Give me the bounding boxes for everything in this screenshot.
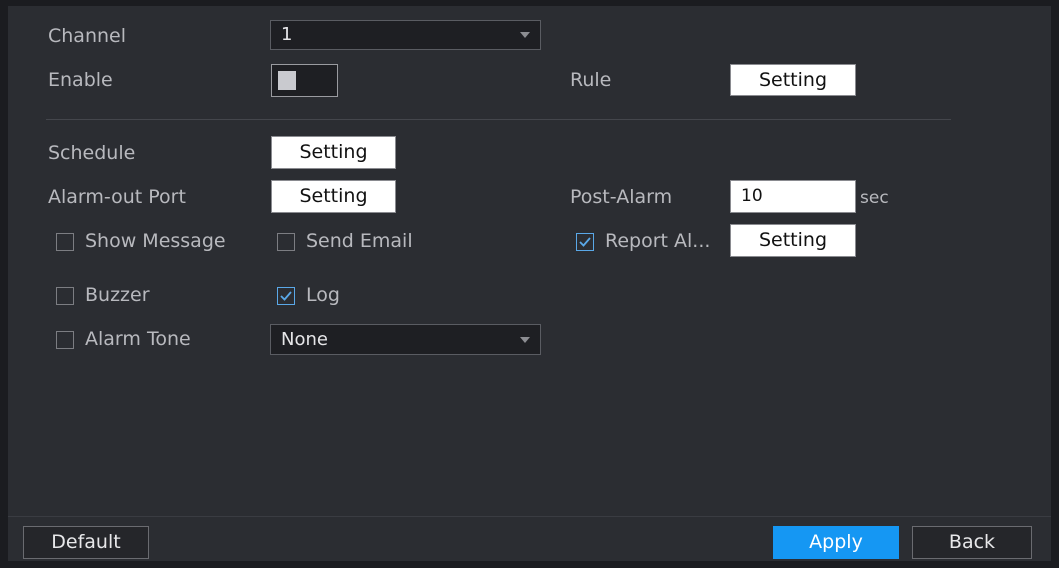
toggle-knob [278, 71, 296, 90]
buzzer-label: Buzzer [85, 284, 150, 306]
rule-label: Rule [570, 69, 612, 91]
rule-setting-button[interactable]: Setting [730, 64, 856, 96]
send-email-label: Send Email [306, 230, 413, 252]
post-alarm-label: Post-Alarm [570, 186, 673, 208]
channel-select[interactable]: 1 [270, 20, 541, 50]
back-button[interactable]: Back [912, 526, 1032, 559]
send-email-checkbox[interactable] [277, 233, 295, 251]
chevron-down-icon [520, 336, 530, 343]
enable-label: Enable [48, 69, 113, 91]
schedule-setting-button[interactable]: Setting [271, 136, 396, 169]
section-divider [46, 119, 951, 120]
alarm-tone-checkbox[interactable] [56, 331, 74, 349]
alarm-tone-select[interactable]: None [270, 324, 541, 355]
show-message-label: Show Message [85, 230, 226, 252]
checkmark-icon [280, 291, 292, 301]
post-alarm-unit: sec [860, 188, 889, 208]
channel-label: Channel [48, 25, 127, 47]
checkmark-icon [579, 237, 591, 247]
alarm-tone-label: Alarm Tone [85, 328, 191, 350]
report-alarm-setting-button[interactable]: Setting [730, 224, 856, 257]
buzzer-checkbox[interactable] [56, 287, 74, 305]
enable-toggle[interactable] [271, 64, 338, 97]
chevron-down-icon [520, 32, 530, 38]
apply-button[interactable]: Apply [773, 526, 899, 559]
report-alarm-label: Report Al... [605, 230, 711, 252]
show-message-checkbox[interactable] [56, 233, 74, 251]
alarm-tone-select-value: None [281, 329, 328, 350]
channel-select-value: 1 [281, 24, 293, 45]
log-label: Log [306, 284, 340, 306]
post-alarm-input[interactable]: 10 [730, 180, 856, 213]
report-alarm-checkbox[interactable] [576, 233, 594, 251]
settings-panel: Channel 1 Enable Rule Setting Schedule S… [8, 6, 1051, 561]
default-button[interactable]: Default [23, 526, 149, 559]
alarm-out-setting-button[interactable]: Setting [271, 180, 396, 213]
alarm-out-port-label: Alarm-out Port [48, 186, 186, 208]
footer-divider [8, 516, 1051, 517]
log-checkbox[interactable] [277, 287, 295, 305]
schedule-label: Schedule [48, 142, 136, 164]
